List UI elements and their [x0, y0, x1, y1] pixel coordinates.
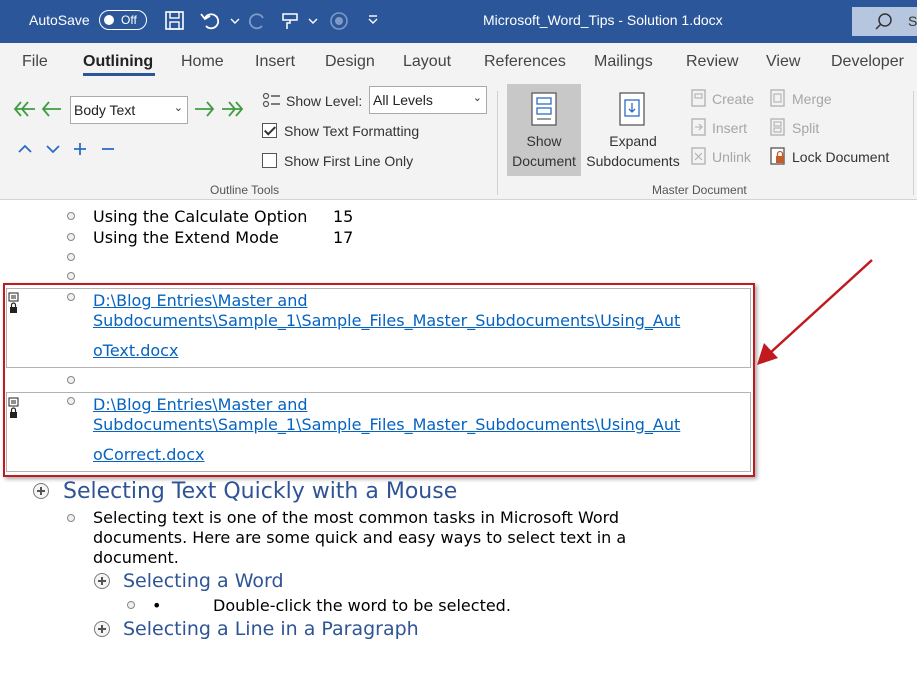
body-text-line: documents. Here are some quick and easy …	[93, 528, 627, 547]
show-text-formatting-checkbox[interactable]	[262, 123, 277, 138]
chevron-down-icon[interactable]	[300, 8, 326, 34]
expand-subdocuments-button[interactable]: Expand Subdocuments	[581, 131, 685, 171]
tab-design[interactable]: Design	[325, 53, 375, 71]
unlink-button[interactable]: Unlink	[712, 149, 751, 165]
demote-icon[interactable]	[193, 100, 215, 118]
body-text-line: Double-click the word to be selected.	[213, 596, 511, 615]
lock-document-icon	[770, 147, 785, 165]
search-icon	[875, 13, 892, 30]
split-button[interactable]: Split	[792, 120, 819, 136]
collapse-icon[interactable]	[100, 141, 116, 157]
outline-bullet[interactable]	[67, 514, 75, 522]
outline-bullet[interactable]	[67, 272, 75, 280]
expand-heading-icon[interactable]	[94, 621, 110, 637]
tab-outlining[interactable]: Outlining	[83, 53, 153, 71]
heading-level1: Selecting Text Quickly with a Mouse	[63, 479, 458, 504]
split-icon	[770, 118, 785, 136]
promote-to-heading1-icon[interactable]	[13, 100, 37, 118]
toc-entry-page: 15	[333, 207, 354, 226]
active-tab-indicator	[83, 73, 155, 76]
unlink-icon	[691, 147, 706, 165]
show-text-formatting-label: Show Text Formatting	[284, 123, 420, 139]
tab-layout[interactable]: Layout	[403, 53, 451, 71]
promote-icon[interactable]	[41, 100, 63, 118]
group-separator	[497, 91, 498, 195]
outline-level-value: Body Text	[74, 102, 136, 118]
insert-subdocument-icon	[691, 118, 706, 136]
move-up-icon[interactable]	[16, 142, 34, 156]
ribbon: Body Text ⌄ Show Level: All Levels ⌄ Sho…	[0, 83, 917, 200]
outline-bullet[interactable]	[127, 601, 135, 609]
search-box[interactable]: S	[852, 7, 917, 36]
outline-level-dropdown[interactable]: Body Text ⌄	[70, 96, 188, 124]
outline-bullet[interactable]	[67, 233, 75, 241]
title-bar: AutoSave Off Microsoft_Word_Tips - Solut…	[0, 0, 917, 43]
save-icon[interactable]	[162, 8, 188, 34]
touch-mode-icon	[330, 12, 348, 30]
show-document-label: Show Document	[512, 133, 576, 169]
autosave-label: AutoSave	[29, 12, 90, 28]
outline-tools-group-label: Outline Tools	[210, 183, 280, 197]
tab-review[interactable]: Review	[686, 53, 738, 71]
show-level-icon	[262, 92, 280, 108]
toc-entry-text: Using the Calculate Option	[93, 207, 308, 226]
outline-bullet[interactable]	[67, 212, 75, 220]
expand-heading-icon[interactable]	[94, 573, 110, 589]
lock-document-button[interactable]: Lock Document	[792, 149, 889, 165]
heading-level2: Selecting a Line in a Paragraph	[123, 618, 419, 640]
tab-insert[interactable]: Insert	[255, 53, 295, 71]
redo-icon	[248, 13, 264, 30]
group-separator	[913, 91, 914, 195]
customize-toolbar-icon[interactable]	[360, 8, 386, 34]
ribbon-tabs: File Outlining Home Insert Design Layout…	[0, 43, 917, 83]
undo-icon[interactable]	[198, 8, 224, 34]
expand-subdocuments-icon[interactable]	[617, 91, 647, 127]
show-document-button[interactable]: Show Document	[507, 84, 581, 176]
body-text-line: Selecting text is one of the most common…	[93, 508, 620, 527]
chevron-down-icon: ⌄	[173, 102, 183, 114]
demote-to-body-text-icon[interactable]	[220, 100, 244, 118]
search-placeholder: S	[908, 13, 917, 29]
toc-entry-page: 17	[333, 228, 354, 247]
insert-subdocument-button[interactable]: Insert	[712, 120, 747, 136]
master-document-group-label: Master Document	[652, 183, 747, 197]
autosave-toggle[interactable]: Off	[99, 10, 147, 30]
toggle-knob	[104, 15, 114, 25]
body-text-line: document.	[93, 548, 179, 567]
tab-mailings[interactable]: Mailings	[594, 53, 653, 71]
expand-heading-icon[interactable]	[33, 483, 49, 499]
toc-entry-text: Using the Extend Mode	[93, 228, 279, 247]
chevron-down-icon: ⌄	[472, 92, 482, 104]
tab-references[interactable]: References	[484, 53, 566, 71]
tab-home[interactable]: Home	[181, 53, 224, 71]
show-first-line-only-checkbox[interactable]	[262, 153, 277, 168]
show-level-label: Show Level:	[286, 93, 363, 109]
autosave-state: Off	[121, 13, 137, 27]
show-first-line-only-label: Show First Line Only	[284, 153, 414, 169]
show-level-value: All Levels	[373, 92, 433, 108]
heading-level2: Selecting a Word	[123, 570, 284, 592]
callout-arrow	[757, 259, 873, 365]
show-level-dropdown[interactable]: All Levels ⌄	[369, 86, 487, 114]
list-bullet-char: •	[152, 596, 162, 615]
create-icon	[691, 89, 706, 107]
merge-button[interactable]: Merge	[792, 91, 832, 107]
document-title: Microsoft_Word_Tips - Solution 1.docx	[483, 12, 723, 28]
show-document-icon	[531, 92, 557, 126]
tab-view[interactable]: View	[766, 53, 800, 71]
tab-file[interactable]: File	[22, 53, 48, 71]
tab-developer[interactable]: Developer	[831, 53, 904, 71]
move-down-icon[interactable]	[44, 142, 62, 156]
expand-icon[interactable]	[72, 141, 88, 157]
callout-highlight-box	[3, 283, 755, 477]
outline-bullet[interactable]	[67, 253, 75, 261]
merge-icon	[770, 89, 785, 107]
create-button[interactable]: Create	[712, 91, 754, 107]
